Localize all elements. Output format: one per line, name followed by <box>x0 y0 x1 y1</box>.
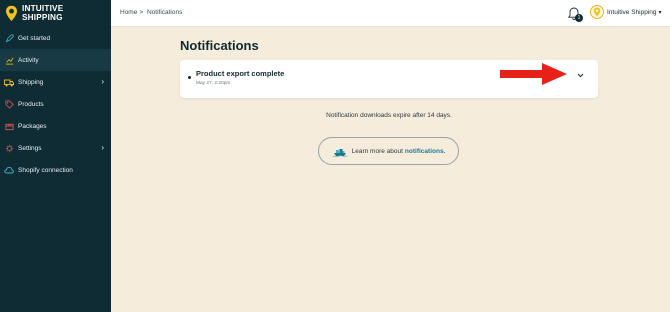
sidebar-item-shipping[interactable]: Shipping › <box>0 71 111 93</box>
brand-name: INTUITIVE SHIPPING <box>22 4 64 22</box>
sidebar-item-get-started[interactable]: Get started <box>0 27 111 49</box>
unread-dot <box>188 76 191 79</box>
page-title: Notifications <box>180 38 259 53</box>
top-header: INTUITIVE SHIPPING Home > Notifications 1… <box>0 0 670 27</box>
chart-icon <box>4 55 14 65</box>
sidebar-item-settings[interactable]: Settings › <box>0 137 111 159</box>
chevron-down-icon: ▾ <box>658 9 662 16</box>
sidebar-item-label: Get started <box>18 34 51 42</box>
account-name: Intuitive Shipping <box>607 8 657 16</box>
sidebar: Get started Activity Shipping › Products… <box>0 27 111 312</box>
sidebar-item-products[interactable]: Products <box>0 93 111 115</box>
breadcrumb-home[interactable]: Home <box>120 9 137 16</box>
learn-more-text: Learn more about <box>351 147 403 155</box>
learn-more-link[interactable]: notifications. <box>405 148 445 155</box>
annotation-arrow-icon <box>500 63 567 85</box>
chevron-down-icon[interactable] <box>575 70 585 80</box>
expiration-note: Notification downloads expire after 14 d… <box>326 112 452 119</box>
sidebar-item-activity[interactable]: Activity <box>0 49 111 71</box>
box-icon <box>4 121 14 131</box>
account-avatar-icon <box>590 5 604 19</box>
breadcrumb-current: Notifications <box>146 9 183 16</box>
chevron-right-icon: › <box>101 143 104 152</box>
gear-icon <box>4 143 14 153</box>
chevron-right-icon: › <box>101 77 104 86</box>
location-pin-icon <box>4 5 18 23</box>
rocket-icon <box>4 33 14 43</box>
breadcrumb: Home > Notifications <box>120 9 184 16</box>
sidebar-item-label: Packages <box>18 122 47 130</box>
account-menu[interactable]: Intuitive Shipping ▾ <box>590 5 662 19</box>
notification-count-badge: 1 <box>575 14 583 22</box>
notification-title: Product export complete <box>196 69 285 78</box>
sidebar-item-packages[interactable]: Packages <box>0 115 111 137</box>
breadcrumb-separator: > <box>139 9 144 16</box>
learn-more-button[interactable]: Learn more about notifications. <box>318 137 459 165</box>
notification-timestamp: May 27, 2:20pm <box>196 81 231 86</box>
tag-icon <box>4 99 14 109</box>
sidebar-item-label: Products <box>18 100 44 108</box>
sidebar-item-shopify-connection[interactable]: Shopify connection <box>0 159 111 181</box>
cloud-icon <box>4 165 14 175</box>
ship-icon <box>332 149 347 157</box>
sidebar-item-label: Shipping <box>18 78 44 86</box>
truck-icon <box>4 77 14 87</box>
sidebar-item-label: Settings <box>18 144 42 152</box>
brand-logo[interactable]: INTUITIVE SHIPPING <box>0 0 111 27</box>
sidebar-item-label: Activity <box>18 56 39 64</box>
sidebar-item-label: Shopify connection <box>18 166 73 174</box>
